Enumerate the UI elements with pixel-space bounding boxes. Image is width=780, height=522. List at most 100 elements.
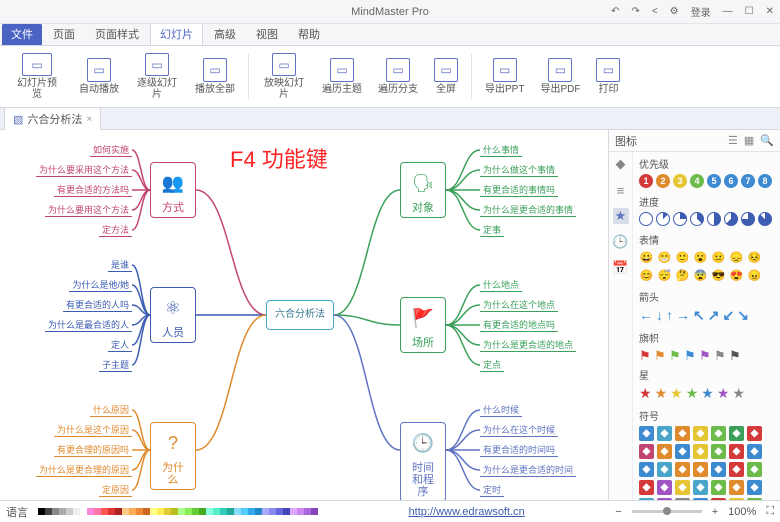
symbol-29[interactable]: ◆ bbox=[657, 498, 672, 500]
emotion-6[interactable]: 😣 bbox=[747, 250, 762, 265]
swatch-13[interactable] bbox=[129, 508, 136, 515]
symbol-2[interactable]: ◆ bbox=[675, 426, 690, 441]
zoom-slider[interactable] bbox=[632, 510, 702, 513]
priority-6[interactable]: 6 bbox=[724, 174, 738, 188]
leaf-ry-1[interactable]: 为什么是他/她 bbox=[69, 278, 132, 292]
close-icon[interactable]: ✕ bbox=[766, 6, 774, 17]
minimize-icon[interactable]: — bbox=[723, 6, 733, 17]
swatch-19[interactable] bbox=[171, 508, 178, 515]
swatch-35[interactable] bbox=[283, 508, 290, 515]
login-link[interactable]: 登录 bbox=[691, 4, 711, 19]
leaf-ws-0[interactable]: 什么原因 bbox=[90, 403, 132, 417]
ribbon-item-12[interactable]: ▭打印 bbox=[591, 50, 625, 103]
leaf-cs-0[interactable]: 什么地点 bbox=[480, 278, 522, 292]
arrow-1[interactable]: ↓ bbox=[656, 307, 663, 324]
swatch-9[interactable] bbox=[101, 508, 108, 515]
leaf-ry-0[interactable]: 是谁 bbox=[108, 258, 132, 272]
leaf-sj-4[interactable]: 定时 bbox=[480, 483, 504, 497]
symbol-12[interactable]: ◆ bbox=[729, 444, 744, 459]
symbol-30[interactable]: ◆ bbox=[675, 498, 690, 500]
node-ry[interactable]: ⚛人员 bbox=[150, 287, 196, 343]
redo-icon[interactable]: ↷ bbox=[631, 6, 639, 17]
emotion-12[interactable]: 😍 bbox=[729, 268, 744, 283]
leaf-fs-0[interactable]: 如何实施 bbox=[90, 143, 132, 157]
symbol-24[interactable]: ◆ bbox=[693, 480, 708, 495]
star-6[interactable]: ★ bbox=[732, 385, 745, 402]
leaf-ry-3[interactable]: 为什么是最合适的人 bbox=[45, 318, 132, 332]
progress-4[interactable] bbox=[707, 212, 721, 226]
swatch-34[interactable] bbox=[276, 508, 283, 515]
leaf-ry-4[interactable]: 定人 bbox=[108, 338, 132, 352]
symbol-13[interactable]: ◆ bbox=[747, 444, 762, 459]
node-ws[interactable]: ?为什么 bbox=[150, 422, 196, 490]
ribbon-item-1[interactable]: ▭自动播放 bbox=[74, 50, 124, 103]
ribbon-item-5[interactable]: ▭放映幻灯片 bbox=[257, 50, 311, 103]
symbol-26[interactable]: ◆ bbox=[729, 480, 744, 495]
swatch-36[interactable] bbox=[290, 508, 297, 515]
swatch-21[interactable] bbox=[185, 508, 192, 515]
swatch-31[interactable] bbox=[255, 508, 262, 515]
zoom-out-icon[interactable]: − bbox=[615, 506, 621, 518]
swatch-29[interactable] bbox=[241, 508, 248, 515]
zoom-in-icon[interactable]: + bbox=[712, 506, 718, 518]
ribbon-item-10[interactable]: ▭导出PPT bbox=[480, 50, 529, 103]
swatch-8[interactable] bbox=[94, 508, 101, 515]
priority-4[interactable]: 4 bbox=[690, 174, 704, 188]
star-5[interactable]: ★ bbox=[717, 385, 730, 402]
symbol-17[interactable]: ◆ bbox=[693, 462, 708, 477]
menu-tab-1[interactable]: 页面 bbox=[44, 23, 84, 45]
emotion-9[interactable]: 🤔 bbox=[675, 268, 690, 283]
symbol-4[interactable]: ◆ bbox=[711, 426, 726, 441]
swatch-7[interactable] bbox=[87, 508, 94, 515]
flag-0[interactable] bbox=[639, 348, 651, 361]
symbol-5[interactable]: ◆ bbox=[729, 426, 744, 441]
symbol-6[interactable]: ◆ bbox=[747, 426, 762, 441]
side-tab-4[interactable]: 📅 bbox=[613, 260, 629, 276]
symbol-18[interactable]: ◆ bbox=[711, 462, 726, 477]
symbol-3[interactable]: ◆ bbox=[693, 426, 708, 441]
leaf-dx-2[interactable]: 有更合适的事情吗 bbox=[480, 183, 558, 197]
leaf-dx-0[interactable]: 什么事情 bbox=[480, 143, 522, 157]
priority-1[interactable]: 1 bbox=[639, 174, 653, 188]
symbol-23[interactable]: ◆ bbox=[675, 480, 690, 495]
symbol-31[interactable]: ◆ bbox=[693, 498, 708, 500]
leaf-dx-4[interactable]: 定事 bbox=[480, 223, 504, 237]
progress-2[interactable] bbox=[673, 212, 687, 226]
undo-icon[interactable]: ↶ bbox=[611, 6, 619, 17]
swatch-17[interactable] bbox=[157, 508, 164, 515]
menu-tab-4[interactable]: 高级 bbox=[205, 23, 245, 45]
symbol-9[interactable]: ◆ bbox=[675, 444, 690, 459]
side-tab-3[interactable]: 🕒 bbox=[613, 234, 629, 250]
leaf-ry-5[interactable]: 子主题 bbox=[99, 358, 132, 372]
leaf-fs-3[interactable]: 为什么要用这个方法 bbox=[45, 203, 132, 217]
flag-5[interactable] bbox=[714, 348, 726, 361]
document-tab[interactable]: ▧ 六合分析法 × bbox=[4, 107, 101, 130]
search-icon[interactable]: 🔍 bbox=[760, 134, 774, 147]
maximize-icon[interactable]: ☐ bbox=[745, 6, 754, 17]
swatch-24[interactable] bbox=[206, 508, 213, 515]
swatch-4[interactable] bbox=[66, 508, 73, 515]
flag-2[interactable] bbox=[669, 348, 681, 361]
leaf-sj-3[interactable]: 为什么是更合适的时间 bbox=[480, 463, 576, 477]
emotion-2[interactable]: 🙂 bbox=[675, 250, 690, 265]
arrow-4[interactable]: ↖ bbox=[693, 307, 705, 324]
ribbon-item-0[interactable]: ▭幻灯片预览 bbox=[6, 50, 68, 103]
swatch-38[interactable] bbox=[304, 508, 311, 515]
star-3[interactable]: ★ bbox=[686, 385, 699, 402]
node-fs[interactable]: 👥方式 bbox=[150, 162, 196, 218]
progress-6[interactable] bbox=[741, 212, 755, 226]
arrow-5[interactable]: ↗ bbox=[708, 307, 720, 324]
menu-tab-5[interactable]: 视图 bbox=[247, 23, 287, 45]
swatch-27[interactable] bbox=[227, 508, 234, 515]
swatch-5[interactable] bbox=[73, 508, 80, 515]
flag-4[interactable] bbox=[699, 348, 711, 361]
arrow-3[interactable]: → bbox=[676, 307, 690, 324]
symbol-28[interactable]: ◆ bbox=[639, 498, 654, 500]
emotion-0[interactable]: 😀 bbox=[639, 250, 654, 265]
swatch-2[interactable] bbox=[52, 508, 59, 515]
emotion-10[interactable]: 😨 bbox=[693, 268, 708, 283]
mindmap-canvas[interactable]: F4 功能键 六合分析法👥方式如何实施为什么要采用这个方法有更合适的方法吗为什么… bbox=[0, 130, 608, 500]
progress-0[interactable] bbox=[639, 212, 653, 226]
flag-6[interactable] bbox=[729, 348, 741, 361]
leaf-ry-2[interactable]: 有更合适的人吗 bbox=[63, 298, 132, 312]
